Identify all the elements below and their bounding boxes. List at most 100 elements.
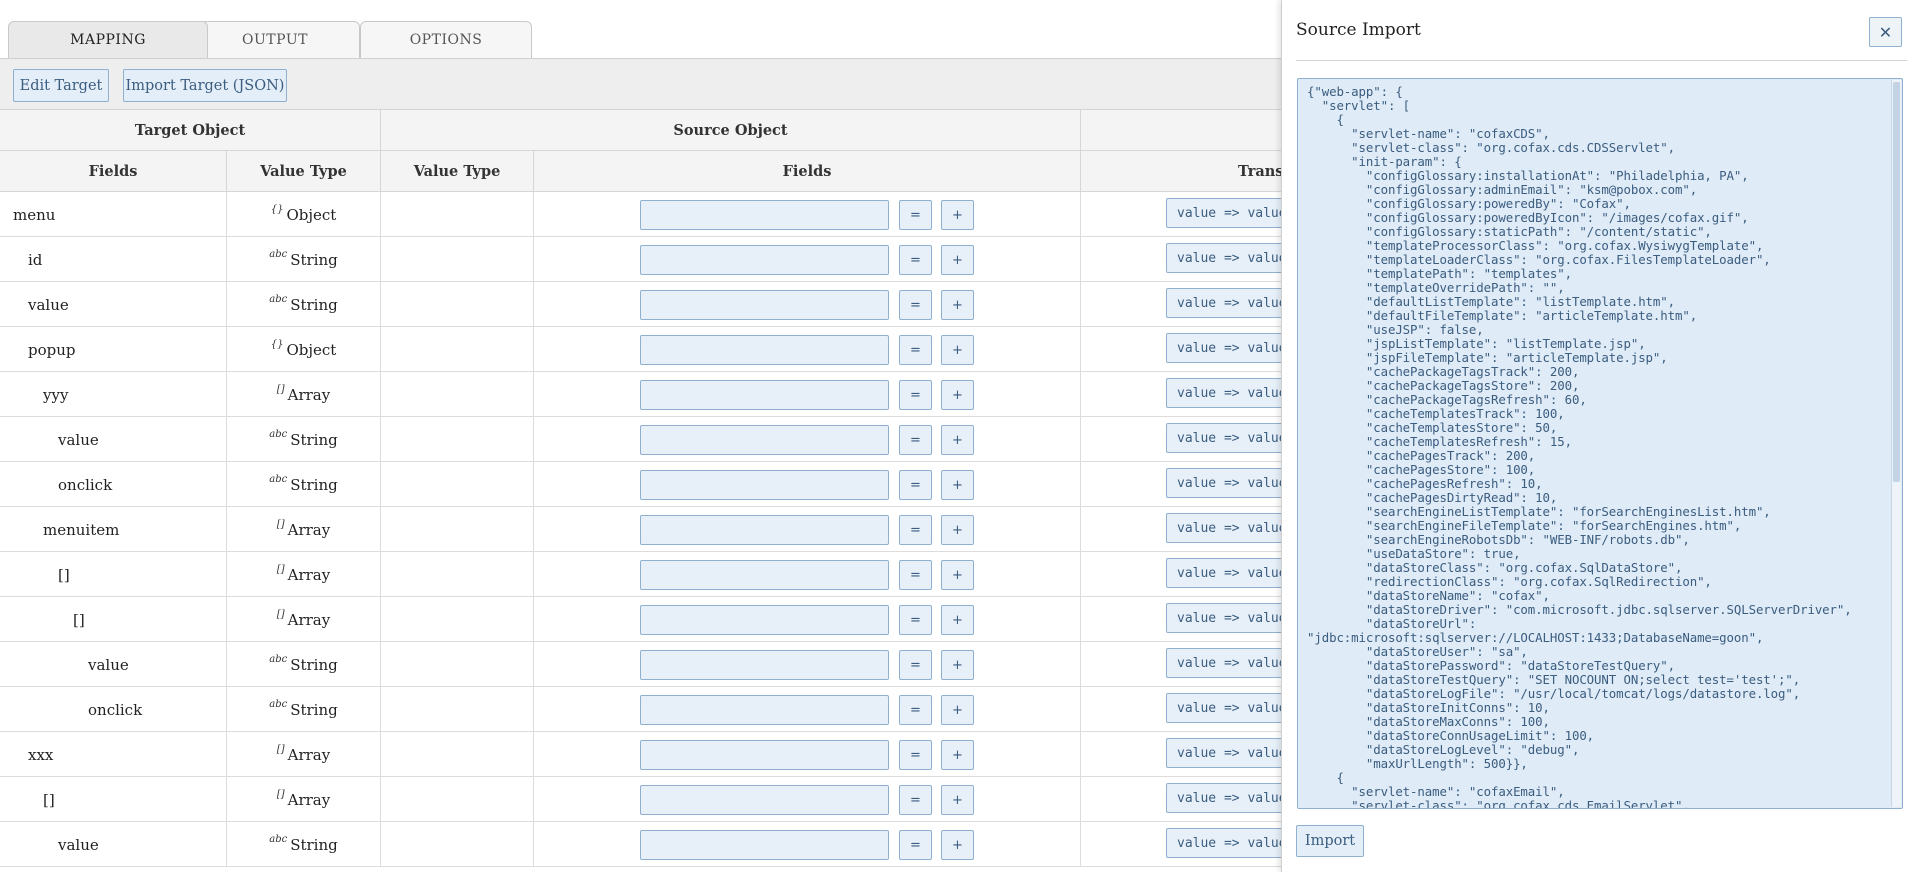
source-field-input[interactable]: [640, 425, 889, 455]
transform-button[interactable]: value => value: [1166, 738, 1296, 768]
transform-button[interactable]: value => value: [1166, 648, 1296, 678]
tab-options[interactable]: OPTIONS: [360, 21, 532, 58]
equal-button[interactable]: =: [899, 560, 932, 590]
value-type-label: String: [290, 475, 338, 494]
equal-button[interactable]: =: [899, 335, 932, 365]
source-import-panel: Source Import {"web-app": { "servlet": […: [1281, 0, 1920, 872]
transform-button[interactable]: value => value: [1166, 198, 1296, 228]
table-row: menu {} Object = + value => value: [0, 192, 1296, 237]
add-button[interactable]: +: [941, 560, 974, 590]
source-field-input[interactable]: [640, 200, 889, 230]
transform-group-header: [1081, 110, 1290, 151]
add-button[interactable]: +: [941, 830, 974, 860]
table-row: onclick abc String = + value => value: [0, 687, 1296, 732]
array-type-icon: []: [276, 609, 285, 620]
field-name: popup: [28, 340, 76, 359]
add-button[interactable]: +: [941, 290, 974, 320]
add-button[interactable]: +: [941, 425, 974, 455]
add-button[interactable]: +: [941, 200, 974, 230]
source-value-type: [381, 327, 534, 372]
field-name: value: [58, 835, 99, 854]
source-field-input[interactable]: [640, 785, 889, 815]
equal-button[interactable]: =: [899, 515, 932, 545]
transform-button[interactable]: value => value: [1166, 783, 1296, 813]
field-name: menuitem: [43, 520, 120, 539]
source-field-input[interactable]: [640, 335, 889, 365]
source-field-input[interactable]: [640, 650, 889, 680]
target-value-type-header: Value Type: [227, 151, 381, 192]
source-field-input[interactable]: [640, 515, 889, 545]
scrollbar-thumb[interactable]: [1893, 82, 1900, 482]
target-field-name: []: [0, 597, 227, 642]
transform-button[interactable]: value => value: [1166, 243, 1296, 273]
target-field-name: onclick: [0, 687, 227, 732]
add-button[interactable]: +: [941, 605, 974, 635]
source-field-input[interactable]: [640, 605, 889, 635]
array-type-icon: []: [276, 519, 285, 530]
source-value-type: [381, 642, 534, 687]
transform-button[interactable]: value => value: [1166, 828, 1296, 858]
add-button[interactable]: +: [941, 740, 974, 770]
edit-target-button[interactable]: Edit Target: [13, 69, 109, 102]
source-value-type: [381, 507, 534, 552]
transform-button[interactable]: value => value: [1166, 423, 1296, 453]
json-scrollbar[interactable]: [1891, 80, 1901, 807]
transform-button[interactable]: value => value: [1166, 378, 1296, 408]
transform-button[interactable]: value => value: [1166, 468, 1296, 498]
transform-button[interactable]: value => value: [1166, 513, 1296, 543]
transform-button[interactable]: value => value: [1166, 333, 1296, 363]
equal-button[interactable]: =: [899, 740, 932, 770]
target-field-name: popup: [0, 327, 227, 372]
value-type-label: String: [290, 430, 338, 449]
transform-button[interactable]: value => value: [1166, 558, 1296, 588]
equal-button[interactable]: =: [899, 695, 932, 725]
field-name: value: [58, 430, 99, 449]
add-button[interactable]: +: [941, 245, 974, 275]
tab-mapping[interactable]: MAPPING: [8, 21, 208, 58]
add-button[interactable]: +: [941, 515, 974, 545]
source-field-input[interactable]: [640, 470, 889, 500]
equal-button[interactable]: =: [899, 380, 932, 410]
source-field-input[interactable]: [640, 245, 889, 275]
target-field-name: id: [0, 237, 227, 282]
source-field-input[interactable]: [640, 740, 889, 770]
source-field-input[interactable]: [640, 290, 889, 320]
source-value-type: [381, 552, 534, 597]
equal-button[interactable]: =: [899, 785, 932, 815]
target-value-type: abc String: [227, 642, 381, 687]
equal-button[interactable]: =: [899, 470, 932, 500]
equal-button[interactable]: =: [899, 290, 932, 320]
equal-button[interactable]: =: [899, 830, 932, 860]
equal-button[interactable]: =: [899, 245, 932, 275]
json-textarea[interactable]: {"web-app": { "servlet": [ { "servlet-na…: [1297, 78, 1903, 809]
source-field-input[interactable]: [640, 380, 889, 410]
tab-output[interactable]: OUTPUT: [190, 21, 360, 58]
source-field-input[interactable]: [640, 830, 889, 860]
add-button[interactable]: +: [941, 380, 974, 410]
equal-button[interactable]: =: [899, 200, 932, 230]
add-button[interactable]: +: [941, 470, 974, 500]
add-button[interactable]: +: [941, 335, 974, 365]
source-field-input[interactable]: [640, 695, 889, 725]
add-button[interactable]: +: [941, 785, 974, 815]
transform-button[interactable]: value => value: [1166, 693, 1296, 723]
close-panel-button[interactable]: ✕: [1869, 17, 1902, 47]
equal-button[interactable]: =: [899, 650, 932, 680]
target-object-header: Target Object: [0, 110, 381, 151]
array-type-icon: []: [276, 744, 285, 755]
column-header-row: Fields Value Type Value Type Fields Tran…: [0, 151, 1290, 192]
source-field-input[interactable]: [640, 560, 889, 590]
equal-button[interactable]: =: [899, 605, 932, 635]
table-row: [][] Array = + value => value: [0, 597, 1296, 642]
add-button[interactable]: +: [941, 695, 974, 725]
panel-title: Source Import: [1296, 20, 1421, 40]
import-button[interactable]: Import: [1296, 825, 1364, 857]
equal-button[interactable]: =: [899, 425, 932, 455]
target-field-name: menu: [0, 192, 227, 237]
import-target-json-button[interactable]: Import Target (JSON): [123, 69, 287, 102]
transform-button[interactable]: value => value: [1166, 603, 1296, 633]
transform-button[interactable]: value => value: [1166, 288, 1296, 318]
source-object-header: Source Object: [381, 110, 1081, 151]
target-value-type: [] Array: [227, 597, 381, 642]
add-button[interactable]: +: [941, 650, 974, 680]
